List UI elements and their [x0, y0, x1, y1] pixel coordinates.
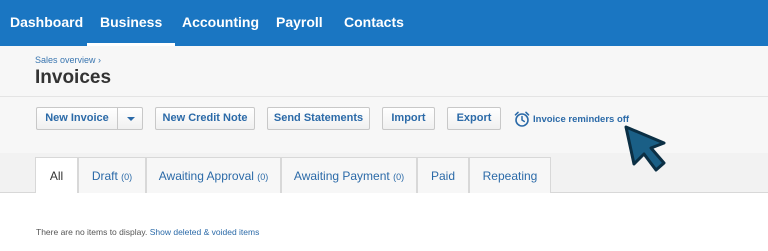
chevron-down-icon[interactable]: [118, 108, 142, 129]
new-invoice-split-button: New Invoice: [36, 107, 143, 130]
tab-awaiting-payment[interactable]: Awaiting Payment (0): [281, 157, 417, 193]
breadcrumb-sales-overview[interactable]: Sales overview ›: [35, 55, 101, 65]
show-deleted-voided-link[interactable]: Show deleted & voided items: [150, 227, 260, 237]
export-button[interactable]: Export: [447, 107, 501, 130]
tab-label: Paid: [430, 169, 456, 183]
tab-paid[interactable]: Paid: [417, 157, 469, 193]
new-invoice-button[interactable]: New Invoice: [37, 108, 118, 129]
tab-label: Draft: [91, 169, 118, 183]
tab-repeating[interactable]: Repeating: [469, 157, 551, 193]
page-title: Invoices: [35, 67, 112, 88]
tab-label: Awaiting Payment: [293, 169, 390, 183]
nav-item-contacts[interactable]: Contacts: [344, 14, 404, 30]
tab-awaiting-approval[interactable]: Awaiting Approval (0): [146, 157, 281, 193]
tab-label: Repeating: [482, 169, 538, 183]
nav-item-business[interactable]: Business: [86, 14, 176, 46]
send-statements-button[interactable]: Send Statements: [267, 107, 370, 130]
toolbar: New Invoice New Credit Note Send Stateme…: [0, 97, 768, 153]
nav-item-payroll[interactable]: Payroll: [276, 14, 323, 30]
invoice-reminders-label: Invoice reminders off: [533, 114, 630, 125]
tab-count: (0): [121, 172, 133, 182]
top-nav: Dashboard Business Accounting Payroll Co…: [0, 0, 768, 46]
tab-count: (0): [393, 172, 405, 182]
empty-state: There are no items to display. Show dele…: [36, 227, 259, 237]
tab-label: Awaiting Approval: [158, 169, 254, 183]
import-button[interactable]: Import: [382, 107, 435, 130]
empty-state-message: There are no items to display.: [36, 227, 148, 237]
nav-item-dashboard[interactable]: Dashboard: [10, 14, 83, 30]
tab-draft[interactable]: Draft (0): [78, 157, 146, 193]
tab-all[interactable]: All: [35, 157, 78, 194]
nav-item-accounting[interactable]: Accounting: [182, 14, 259, 30]
invoice-list: There are no items to display. Show dele…: [0, 193, 768, 251]
tab-label: All: [49, 169, 64, 183]
tab-count: (0): [257, 172, 269, 182]
new-credit-note-button[interactable]: New Credit Note: [155, 107, 255, 130]
invoice-tabs: All Draft (0) Awaiting Approval (0) Awai…: [0, 153, 768, 194]
alarm-clock-icon: [514, 111, 530, 127]
page-header: Sales overview › Invoices: [0, 46, 768, 97]
